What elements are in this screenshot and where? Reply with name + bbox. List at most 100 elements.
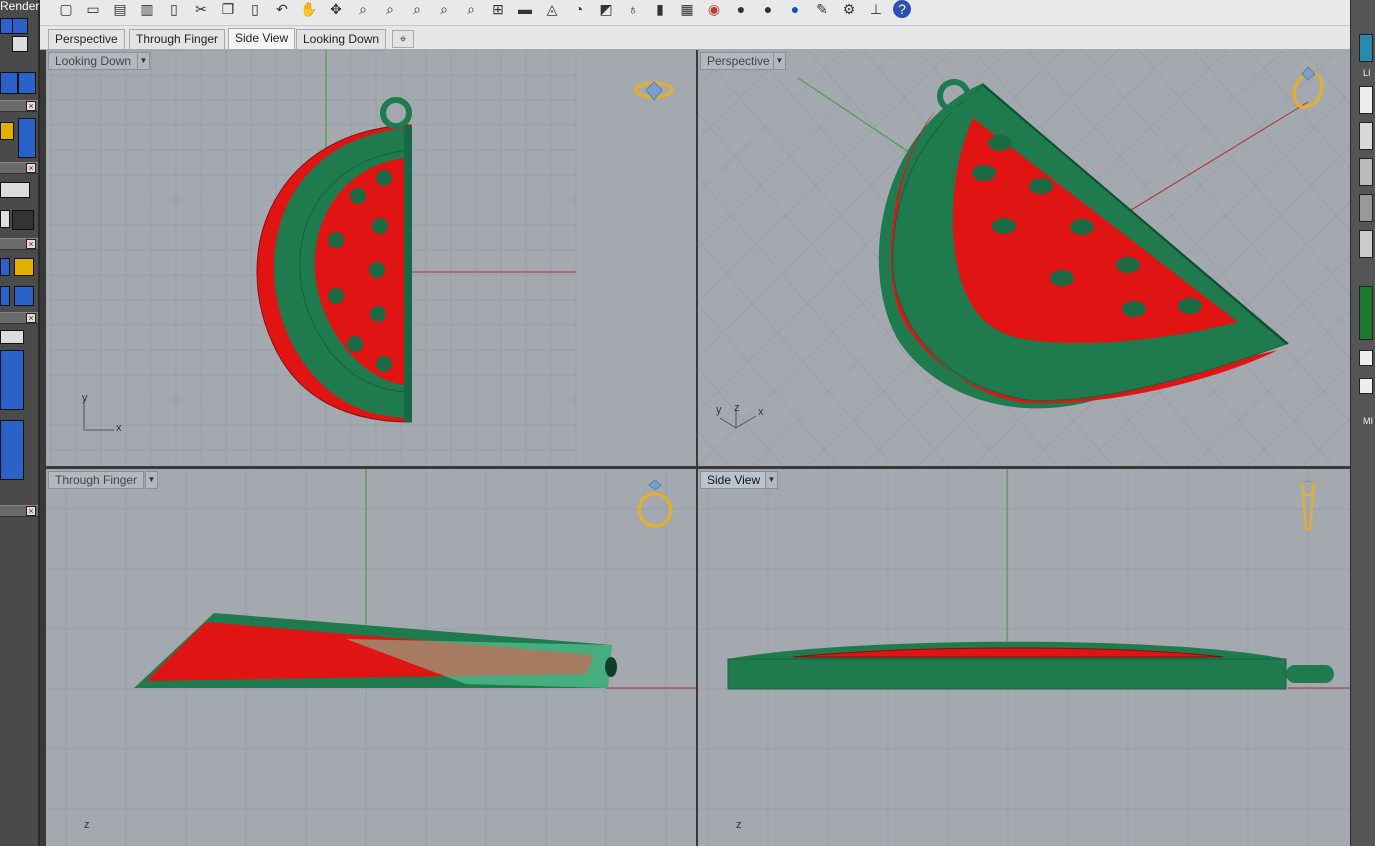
close-icon[interactable]: × xyxy=(26,506,36,516)
eye-icon[interactable] xyxy=(0,330,24,344)
tool-icon[interactable] xyxy=(0,286,10,306)
viewport-title[interactable]: Looking Down xyxy=(48,52,139,70)
cut-icon[interactable]: ✂ xyxy=(191,0,211,18)
paste-icon[interactable]: ▯ xyxy=(245,0,265,18)
clock-icon[interactable]: ◔ xyxy=(569,0,589,18)
panel-header: × xyxy=(0,312,38,324)
tool-icon[interactable] xyxy=(0,182,30,198)
viewport-canvas[interactable] xyxy=(46,50,696,466)
rotate-icon[interactable]: ✥ xyxy=(326,0,346,18)
zoom-dynamic-icon[interactable]: ⌕ xyxy=(461,0,481,18)
chevron-down-icon[interactable]: ▼ xyxy=(145,471,158,489)
viewport-through-finger[interactable]: Through Finger ▼ z xyxy=(46,469,696,846)
pencil-icon[interactable]: ✎ xyxy=(812,0,832,18)
ring-gizmo-icon[interactable] xyxy=(634,81,674,101)
layers-icon[interactable]: ▦ xyxy=(677,0,697,18)
viewport-canvas xyxy=(46,469,696,846)
four-viewports-icon[interactable]: ⊞ xyxy=(488,0,508,18)
swatch[interactable] xyxy=(1359,86,1373,114)
swatch[interactable] xyxy=(1359,122,1373,150)
panel-button[interactable] xyxy=(1359,350,1373,366)
render-panel-title: Render xyxy=(0,0,40,12)
viewport-title[interactable]: Side View xyxy=(700,471,768,489)
watermelon-pendant[interactable] xyxy=(256,97,412,423)
panel-header: × xyxy=(0,238,38,250)
ring-gizmo-icon[interactable] xyxy=(1289,66,1328,112)
dimension-icon[interactable]: ⊥ xyxy=(866,0,886,18)
watermelon-pendant[interactable] xyxy=(878,79,1289,409)
add-tab-icon[interactable]: ⌖ xyxy=(392,30,414,48)
panel-label: MI xyxy=(1363,416,1373,426)
right-side-panel: LI MI xyxy=(1350,0,1375,846)
zoom-icon[interactable]: ⌕ xyxy=(353,0,373,18)
axis-x-label: x xyxy=(116,422,122,434)
tab-looking-down[interactable]: Looking Down xyxy=(296,29,387,49)
axis-y-label: y xyxy=(82,392,88,404)
chevron-down-icon[interactable]: ▼ xyxy=(137,52,150,70)
zoom-selected-icon[interactable]: ⌕ xyxy=(434,0,454,18)
lock-icon[interactable]: ▮ xyxy=(650,0,670,18)
watermelon-pendant-front[interactable] xyxy=(727,641,1334,690)
material-tool-icon[interactable] xyxy=(0,122,14,140)
tool-icon[interactable] xyxy=(14,286,34,306)
tool-icon[interactable] xyxy=(0,258,10,276)
panel-button[interactable] xyxy=(1359,378,1373,394)
pan-icon[interactable]: ✋ xyxy=(299,0,319,18)
layer-list-icon[interactable] xyxy=(0,350,24,410)
panel-icon[interactable] xyxy=(1359,34,1373,62)
help-icon[interactable]: ? xyxy=(893,0,911,18)
close-icon[interactable]: × xyxy=(26,101,36,111)
viewport-canvas xyxy=(698,469,1350,846)
circle-tool-icon[interactable] xyxy=(0,72,18,94)
main-toolbar: ▢ ▭ ▤ ▥ ▯ ✂ ❐ ▯ ↶ ✋ ✥ ⌕ ⌕ ⌕ ⌕ ⌕ ⊞ ▬ ◬ ◔ ◩ ♁ ▮ ▦ ◉ ● ● ● ✎ ⚙ ⊥? xyxy=(40,0,1350,26)
viewport-looking-down[interactable]: Looking Down ▼ y x xyxy=(46,50,696,466)
gear-icon[interactable]: ⚙ xyxy=(839,0,859,18)
tool-icon[interactable] xyxy=(14,258,34,276)
swatch[interactable] xyxy=(1359,158,1373,186)
open-icon[interactable]: ▭ xyxy=(83,0,103,18)
sphere-shaded-icon[interactable]: ● xyxy=(758,0,778,18)
viewport-title[interactable]: Perspective xyxy=(700,52,777,70)
tool-icon[interactable] xyxy=(0,210,10,228)
template-icon[interactable]: ▯ xyxy=(164,0,184,18)
zoom-extents-icon[interactable]: ⌕ xyxy=(407,0,427,18)
tab-through-finger[interactable]: Through Finger xyxy=(129,29,226,49)
render-tool-icon[interactable] xyxy=(12,18,28,34)
light-icon[interactable]: ♁ xyxy=(623,0,643,18)
close-icon[interactable]: × xyxy=(26,313,36,323)
swatch[interactable] xyxy=(1359,194,1373,222)
viewport-canvas xyxy=(698,50,1350,466)
tab-perspective[interactable]: Perspective xyxy=(48,29,125,49)
save-icon[interactable]: ▤ xyxy=(110,0,130,18)
print-icon[interactable]: ▥ xyxy=(137,0,157,18)
new-file-icon[interactable]: ▢ xyxy=(56,0,76,18)
circle-tool-icon[interactable] xyxy=(18,72,36,94)
viewport-side-view[interactable]: Side View ▼ z xyxy=(698,469,1350,846)
ruler-icon[interactable]: ◬ xyxy=(542,0,562,18)
color-wheel-icon[interactable]: ◉ xyxy=(704,0,724,18)
undo-icon[interactable]: ↶ xyxy=(272,0,292,18)
close-icon[interactable]: × xyxy=(26,163,36,173)
sphere-icon[interactable]: ● xyxy=(731,0,751,18)
chevron-down-icon[interactable]: ▼ xyxy=(773,52,786,70)
zoom-window-icon[interactable]: ⌕ xyxy=(380,0,400,18)
layer-list-icon[interactable] xyxy=(0,420,24,480)
watermelon-pendant-side[interactable] xyxy=(134,613,617,688)
car-icon[interactable]: ▬ xyxy=(515,0,535,18)
blue-sphere-icon[interactable]: ● xyxy=(785,0,805,18)
grid-tool-icon[interactable] xyxy=(12,210,34,230)
viewport-title[interactable]: Through Finger xyxy=(48,471,145,489)
material-tool-icon[interactable] xyxy=(18,118,36,158)
tab-side-view[interactable]: Side View xyxy=(228,28,296,49)
chevron-down-icon[interactable]: ▼ xyxy=(765,471,778,489)
axis-z-label: z xyxy=(734,402,740,414)
viewport-perspective[interactable]: Perspective ▼ y z x xyxy=(698,50,1350,466)
render-tool-icon[interactable] xyxy=(12,36,28,52)
snap-icon[interactable]: ◩ xyxy=(596,0,616,18)
swatch[interactable] xyxy=(1359,230,1373,258)
left-side-panel: Render × × × × × xyxy=(0,0,40,846)
axis-z-label: z xyxy=(84,819,90,831)
copy-icon[interactable]: ❐ xyxy=(218,0,238,18)
expand-panel-button[interactable] xyxy=(1359,286,1373,340)
close-icon[interactable]: × xyxy=(26,239,36,249)
